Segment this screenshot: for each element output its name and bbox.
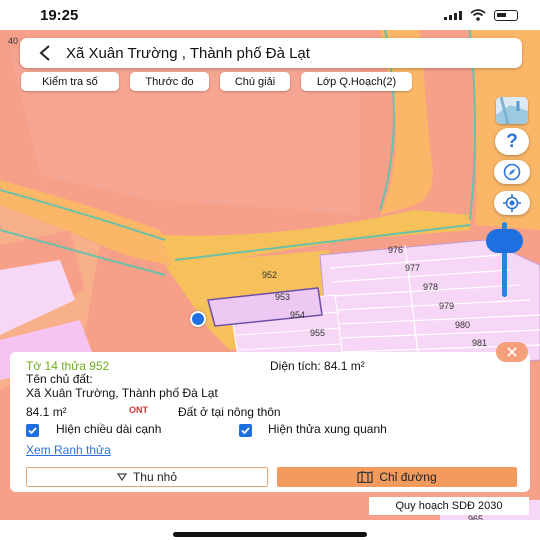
signal-icon xyxy=(444,10,462,20)
status-icons xyxy=(444,9,518,21)
land-code-badge: ONT xyxy=(129,405,148,415)
close-info-button[interactable] xyxy=(496,342,528,362)
wifi-icon xyxy=(470,9,486,21)
parcel-area-label: Diện tích: 84.1 m² xyxy=(270,359,365,373)
back-button[interactable] xyxy=(30,38,60,68)
parcel-number[interactable]: 977 xyxy=(405,263,420,273)
compass-button[interactable] xyxy=(494,160,530,184)
current-location-marker xyxy=(190,311,206,327)
planning-layer-label: Quy hoạch SDĐ 2030 xyxy=(369,497,529,515)
zoom-slider-handle[interactable] xyxy=(486,229,523,253)
app-root: 19:25 40 976 977 952 978 953 979 954 980… xyxy=(0,0,540,540)
land-type: Đất ở tại nông thôn xyxy=(178,405,281,419)
parcel-title: Tờ 14 thửa 952 xyxy=(26,359,110,373)
compass-icon xyxy=(503,163,521,181)
location-header: Xã Xuân Trường , Thành phố Đà Lạt xyxy=(20,38,522,68)
crosshair-icon xyxy=(503,194,521,212)
planning-layer-button[interactable]: Lớp Q.Hoạch(2) xyxy=(301,72,412,91)
map-layer-button[interactable] xyxy=(496,97,528,124)
home-indicator[interactable] xyxy=(173,532,367,537)
home-indicator-area xyxy=(0,520,540,540)
show-edge-length-label: Hiện chiều dài cạnh xyxy=(56,422,162,436)
close-icon xyxy=(507,347,517,357)
map-corner-label: 40 xyxy=(8,36,19,46)
map-layers-icon xyxy=(496,97,528,124)
show-neighbor-parcels-checkbox[interactable] xyxy=(239,424,252,437)
owner-value: Xã Xuân Trường, Thành phố Đà Lạt xyxy=(26,386,218,400)
directions-button[interactable]: Chỉ đường xyxy=(277,467,517,487)
status-bar: 19:25 xyxy=(0,0,540,30)
my-location-button[interactable] xyxy=(494,191,530,215)
parcel-number[interactable]: 980 xyxy=(455,320,470,330)
triangle-down-icon xyxy=(116,473,127,481)
measure-button[interactable]: Thước đo xyxy=(130,72,209,91)
check-number-button[interactable]: Kiểm tra số xyxy=(21,72,119,91)
parcel-number[interactable]: 954 xyxy=(290,310,305,320)
parcel-number[interactable]: 953 xyxy=(275,292,290,302)
parcel-number[interactable]: 955 xyxy=(310,328,325,338)
parcel-number[interactable]: 979 xyxy=(439,301,454,311)
collapse-label: Thu nhỏ xyxy=(132,470,178,484)
checkmark-icon xyxy=(28,427,37,435)
page-title: Xã Xuân Trường , Thành phố Đà Lạt xyxy=(66,44,310,62)
parcel-number-selected[interactable]: 952 xyxy=(262,270,277,280)
parcel-number[interactable]: 981 xyxy=(472,338,487,348)
chevron-left-icon xyxy=(39,45,50,61)
show-neighbor-parcels-label: Hiện thửa xung quanh xyxy=(268,422,387,436)
battery-icon xyxy=(494,9,518,21)
parcel-info-panel: Tờ 14 thửa 952 Diện tích: 84.1 m² Tên ch… xyxy=(10,352,530,492)
area-value: 84.1 m² xyxy=(26,405,67,419)
collapse-button[interactable]: Thu nhỏ xyxy=(26,467,268,487)
legend-button[interactable]: Chú giải xyxy=(220,72,290,91)
parcel-number[interactable]: 978 xyxy=(423,282,438,292)
view-boundary-link[interactable]: Xem Ranh thửa xyxy=(26,443,111,457)
map-toolbar: Kiểm tra số Thước đo Chú giải Lớp Q.Hoạc… xyxy=(21,72,412,92)
status-time: 19:25 xyxy=(40,7,79,24)
directions-label: Chỉ đường xyxy=(379,470,437,484)
show-edge-length-checkbox[interactable] xyxy=(26,424,39,437)
map-icon xyxy=(357,471,373,483)
help-button[interactable]: ? xyxy=(495,128,529,155)
help-icon: ? xyxy=(506,130,518,152)
parcel-number[interactable]: 976 xyxy=(388,245,403,255)
checkmark-icon xyxy=(241,427,250,435)
owner-label: Tên chủ đất: xyxy=(26,372,93,386)
